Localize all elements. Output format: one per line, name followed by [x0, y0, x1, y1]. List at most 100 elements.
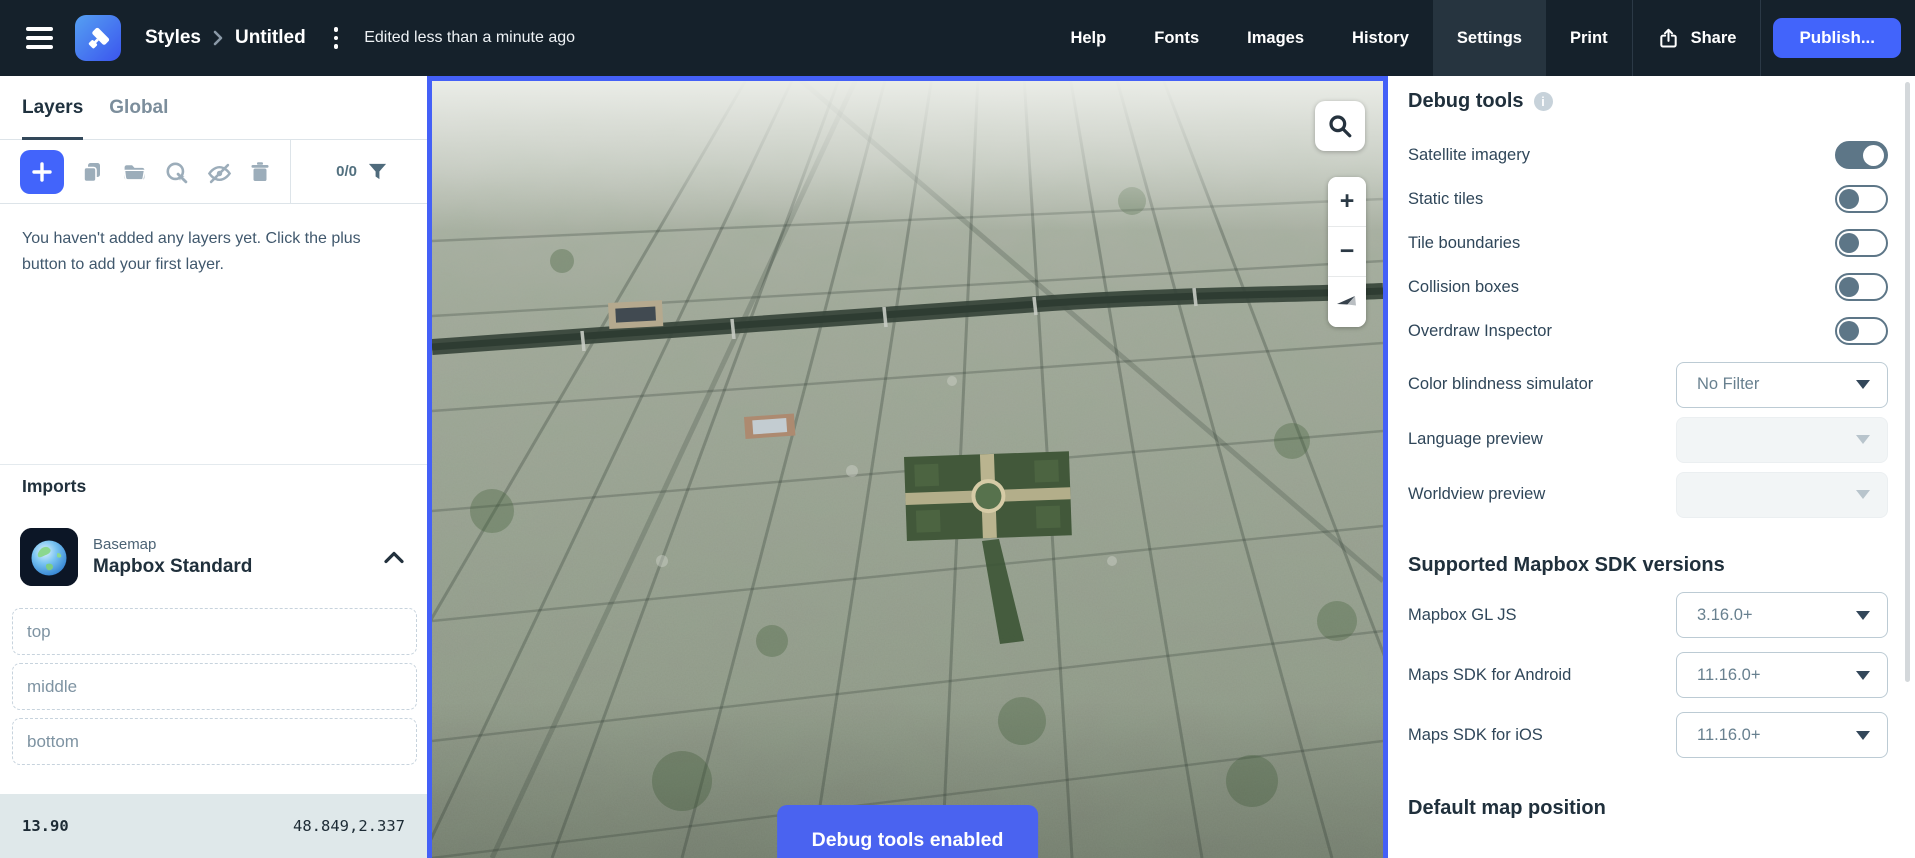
mapbox-gl-js-label: Mapbox GL JS	[1408, 605, 1517, 624]
nav-print[interactable]: Print	[1546, 0, 1632, 76]
caret-down-icon	[1856, 730, 1870, 740]
language-preview-select	[1676, 416, 1888, 463]
breadcrumb: Styles Untitled	[145, 23, 344, 53]
add-layer-button[interactable]	[20, 149, 64, 194]
share-label: Share	[1690, 28, 1737, 47]
overdraw-inspector-toggle[interactable]	[1835, 317, 1888, 345]
duplicate-layer-icon[interactable]	[80, 160, 104, 184]
navbar-right: Help Fonts Images History Settings Print…	[1046, 0, 1915, 76]
tile-boundaries-label: Tile boundaries	[1408, 233, 1521, 252]
tab-global[interactable]: Global	[109, 76, 168, 139]
filter-funnel-icon[interactable]	[365, 160, 389, 184]
toggle-knob	[1839, 277, 1859, 297]
nav-settings[interactable]: Settings	[1432, 0, 1546, 76]
color-blindness-select[interactable]: No Filter	[1676, 361, 1888, 408]
select-value: 11.16.0+	[1697, 665, 1761, 684]
layer-counter: 0/0	[336, 163, 357, 180]
map-canvas[interactable]: + − Debug tools enabled	[427, 76, 1388, 858]
coordinates-value: 48.849,2.337	[293, 817, 405, 835]
overdraw-inspector-label: Overdraw Inspector	[1408, 321, 1552, 340]
share-button[interactable]: Share	[1633, 0, 1761, 76]
nav-help[interactable]: Help	[1046, 0, 1130, 76]
tab-layers[interactable]: Layers	[22, 76, 84, 140]
toggle-knob	[1839, 233, 1859, 253]
zoom-level-value: 13.90	[22, 817, 69, 835]
settings-panel: Debug tools Satellite imagery Static til…	[1388, 76, 1915, 858]
sdk-row: Maps SDK for iOS 11.16.0+	[1408, 705, 1888, 765]
select-row: Color blindness simulator No Filter	[1408, 357, 1888, 412]
map-status-bar: 13.90 48.849,2.337	[0, 794, 427, 858]
delete-layer-trash-icon[interactable]	[248, 160, 272, 184]
static-tiles-toggle[interactable]	[1835, 185, 1888, 213]
menu-icon[interactable]	[26, 27, 53, 49]
select-value: 11.16.0+	[1697, 725, 1761, 744]
info-icon[interactable]	[1533, 92, 1553, 111]
satellite-imagery-toggle[interactable]	[1835, 141, 1888, 169]
maps-sdk-ios-label: Maps SDK for iOS	[1408, 725, 1543, 744]
publish-button[interactable]: Publish...	[1773, 18, 1901, 58]
chevron-right-icon	[211, 29, 225, 47]
navbar-left: Styles Untitled Edited less than a minut…	[26, 15, 575, 61]
zoom-in-button[interactable]: +	[1328, 177, 1366, 227]
select-row: Language preview	[1408, 412, 1888, 467]
maps-sdk-ios-select[interactable]: 11.16.0+	[1676, 712, 1888, 758]
top-navbar: Styles Untitled Edited less than a minut…	[0, 0, 1915, 76]
collision-boxes-toggle[interactable]	[1835, 273, 1888, 301]
layers-empty-state: You haven't added any layers yet. Click …	[22, 230, 361, 273]
basemap-thumbnail	[20, 528, 78, 586]
paint-roller-icon	[85, 25, 112, 52]
worldview-preview-label: Worldview preview	[1408, 485, 1546, 503]
color-blindness-label: Color blindness simulator	[1408, 375, 1594, 393]
nav-images[interactable]: Images	[1223, 0, 1328, 76]
slot-top[interactable]: top	[12, 608, 417, 655]
basemap-label: Basemap	[93, 536, 157, 553]
select-mode-icon[interactable]	[164, 160, 188, 184]
sdk-row: Mapbox GL JS 3.16.0+	[1408, 585, 1888, 645]
nav-history[interactable]: History	[1328, 0, 1433, 76]
sdk-versions-heading: Supported Mapbox SDK versions	[1408, 554, 1725, 576]
section-divider	[0, 464, 427, 465]
mapbox-studio-logo[interactable]	[75, 15, 121, 61]
maps-sdk-android-select[interactable]: 11.16.0+	[1676, 652, 1888, 698]
hide-layer-eye-off-icon[interactable]	[206, 160, 232, 184]
worldview-preview-select	[1676, 471, 1888, 518]
compass-button[interactable]	[1328, 277, 1366, 327]
select-row: Worldview preview	[1408, 467, 1888, 522]
map-search-button[interactable]	[1315, 101, 1365, 151]
tile-boundaries-toggle[interactable]	[1835, 229, 1888, 257]
toggle-row: Collision boxes	[1408, 265, 1888, 309]
search-icon	[1327, 113, 1353, 139]
toggle-row: Tile boundaries	[1408, 221, 1888, 265]
default-map-position-heading: Default map position	[1408, 797, 1606, 819]
slot-middle[interactable]: middle	[12, 663, 417, 710]
nav-fonts[interactable]: Fonts	[1130, 0, 1223, 76]
map-zoom-control: + −	[1328, 177, 1366, 327]
basemap-text: Basemap Mapbox Standard	[93, 536, 252, 578]
sdk-row: Maps SDK for Android 11.16.0+	[1408, 645, 1888, 705]
layers-toolbar: 0/0	[0, 140, 427, 204]
layer-tools	[80, 160, 272, 184]
caret-down-icon	[1856, 380, 1870, 389]
mapbox-studio-app: Styles Untitled Edited less than a minut…	[0, 0, 1915, 858]
select-value: 3.16.0+	[1697, 605, 1753, 624]
toggle-row: Overdraw Inspector	[1408, 309, 1888, 353]
maps-sdk-android-label: Maps SDK for Android	[1408, 665, 1572, 684]
debug-tools-heading: Debug tools	[1408, 90, 1524, 112]
caret-down-icon	[1856, 490, 1870, 499]
breadcrumb-styles[interactable]: Styles	[145, 27, 201, 49]
edited-status: Edited less than a minute ago	[364, 29, 576, 46]
caret-down-icon	[1856, 610, 1870, 620]
basemap-import-row[interactable]: Basemap Mapbox Standard	[20, 527, 409, 587]
style-options-kebab-icon[interactable]	[328, 23, 345, 53]
zoom-out-button[interactable]: −	[1328, 227, 1366, 277]
breadcrumb-style-title: Untitled	[234, 27, 306, 48]
slot-bottom[interactable]: bottom	[12, 718, 417, 765]
language-preview-label: Language preview	[1408, 430, 1543, 448]
panel-scrollbar[interactable]	[1905, 82, 1910, 682]
group-folder-icon[interactable]	[122, 160, 146, 184]
toggle-knob	[1839, 189, 1859, 209]
toggle-row: Satellite imagery	[1408, 133, 1888, 177]
chevron-up-icon[interactable]	[379, 545, 409, 569]
mapbox-gl-js-select[interactable]: 3.16.0+	[1676, 592, 1888, 638]
caret-down-icon	[1856, 435, 1870, 444]
